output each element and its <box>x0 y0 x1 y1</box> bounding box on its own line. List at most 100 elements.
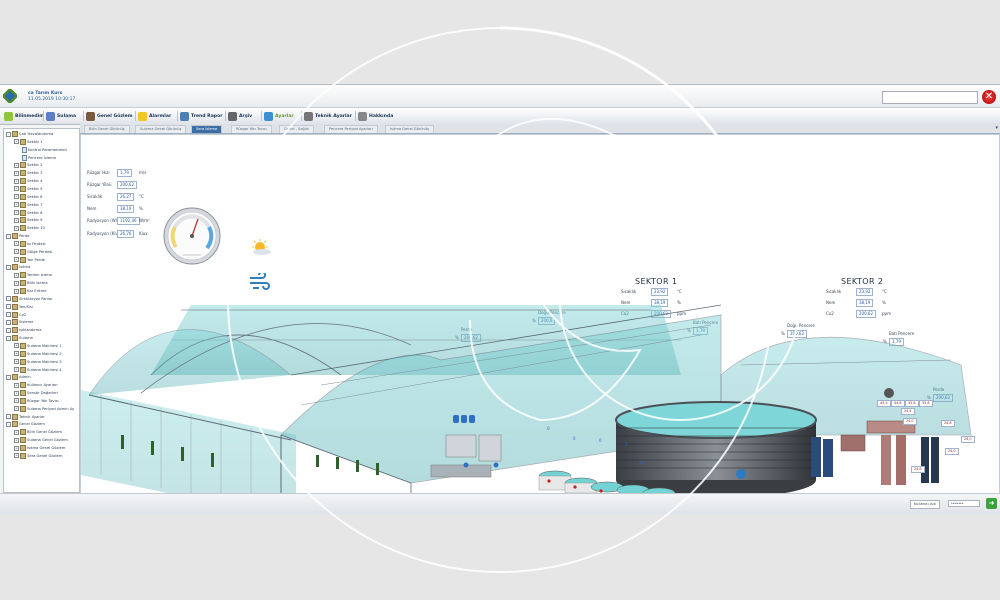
tab-2[interactable]: Sulama Genel Görünüş <box>135 125 187 133</box>
tree-item[interactable]: + Sektör 6 <box>14 193 42 200</box>
expand-toggle-icon[interactable]: + <box>14 202 19 208</box>
tree-item[interactable]: – Çatı Havalandırma <box>6 131 53 137</box>
expand-toggle-icon[interactable]: + <box>14 429 19 435</box>
expand-toggle-icon[interactable]: + <box>14 170 19 176</box>
tab-4[interactable]: Rüzgar Yön Tavısı <box>231 125 272 133</box>
top-search-input[interactable] <box>882 91 978 104</box>
expand-toggle-icon[interactable]: – <box>6 414 11 420</box>
tree-item[interactable]: Pencere İzleme <box>22 154 56 161</box>
tree-item[interactable]: + Sulama Makinesi 3 <box>14 358 62 365</box>
expand-toggle-icon[interactable]: + <box>14 359 19 365</box>
tree-item[interactable]: + Sektör 3 <box>14 170 42 177</box>
expand-toggle-icon[interactable]: + <box>14 272 19 278</box>
expand-toggle-icon[interactable]: – <box>6 264 11 270</box>
tree-item[interactable]: – Sulama <box>6 335 33 342</box>
expand-toggle-icon[interactable]: + <box>14 351 19 357</box>
expand-toggle-icon[interactable]: + <box>14 280 19 286</box>
tree-item[interactable]: – Genel Gözlem <box>6 421 45 428</box>
expand-toggle-icon[interactable]: – <box>6 296 11 302</box>
toolbar-button-7[interactable]: Ayarlar <box>264 110 294 122</box>
tab-6[interactable]: Pencere Periyod Ayarları <box>324 125 378 133</box>
tree-item[interactable]: + Sektör 9 <box>14 217 42 224</box>
tree-item[interactable]: – Sirkülasyon Fanlar <box>6 295 53 302</box>
toolbar-button-8[interactable]: Teknik Ayarlar <box>304 110 352 122</box>
tree-item[interactable]: – Co2 <box>6 311 26 318</box>
expand-toggle-icon[interactable]: + <box>14 241 19 247</box>
tree-item[interactable]: + Sulama Makinesi 4 <box>14 366 62 373</box>
expand-toggle-icon[interactable]: – <box>6 421 11 427</box>
tree-item[interactable]: + Sektör 7 <box>14 201 42 208</box>
tree-item[interactable]: + Sulama Genel Gözlem <box>14 437 68 444</box>
tree-item[interactable]: + Sera Genel Gözlem <box>14 452 62 459</box>
tree-item[interactable]: – Teknik Ayarlar <box>6 413 45 420</box>
toolbar-button-6[interactable]: Arşiv <box>228 110 252 122</box>
toolbar-button-5[interactable]: Trend Rapor <box>180 110 223 122</box>
tree-item[interactable]: + Sektör 8 <box>14 209 42 216</box>
expand-toggle-icon[interactable]: + <box>14 186 19 192</box>
toolbar-button-2[interactable]: Sulama <box>46 110 76 122</box>
expand-toggle-icon[interactable]: + <box>14 453 19 459</box>
tree-item[interactable]: – Isıtma <box>6 264 30 271</box>
tree-item[interactable]: + Kar Eritme <box>14 288 46 294</box>
tree-item[interactable]: + Isıtma Genel Gözlem <box>14 445 65 451</box>
tree-item[interactable]: + Sulama Makinesi 1 <box>14 342 62 349</box>
tree-item[interactable]: + Sektör 5 <box>14 185 42 192</box>
toolbar-button-3[interactable]: Genel Gözlem <box>86 110 133 122</box>
tree-item[interactable]: + Sektör 10 <box>14 225 45 232</box>
toolbar-button-4[interactable]: Alarmlar <box>138 110 171 122</box>
password-field[interactable]: ******* <box>948 500 980 507</box>
expand-toggle-icon[interactable]: + <box>14 217 19 223</box>
expand-toggle-icon[interactable]: + <box>14 210 19 215</box>
tree-item[interactable]: Kontrol Parametreleri <box>22 146 67 153</box>
tree-item[interactable]: + Sulama Makinesi 2 <box>14 350 62 357</box>
tree-item[interactable]: + Sulama Periyod Admin Ay <box>14 405 74 412</box>
tree-item[interactable]: + Kullanıcı Ayarları <box>14 382 58 389</box>
toolbar-button-1[interactable]: Bilinmedim <box>4 110 44 122</box>
expand-toggle-icon[interactable]: – <box>6 327 11 333</box>
tree-item[interactable]: – Işıklandırma <box>6 327 41 334</box>
tree-item[interactable]: + Sensör Değerleri <box>14 390 58 397</box>
expand-toggle-icon[interactable]: + <box>14 343 19 349</box>
toolbar-button-9[interactable]: Hakkında <box>358 110 393 122</box>
expand-toggle-icon[interactable]: + <box>14 225 19 231</box>
expand-toggle-icon[interactable]: + <box>14 288 19 294</box>
expand-toggle-icon[interactable]: + <box>14 194 19 200</box>
tab-3[interactable]: Sera İzleme <box>191 125 223 133</box>
expand-toggle-icon[interactable]: + <box>14 249 19 255</box>
tree-item[interactable]: – Yen/Sisi <box>6 303 33 310</box>
expand-toggle-icon[interactable]: + <box>14 437 19 443</box>
expand-toggle-icon[interactable]: + <box>14 406 19 412</box>
tree-item[interactable]: + Sektör 1 <box>14 138 42 145</box>
tree-item[interactable]: + Gölge Perdesi <box>14 248 52 255</box>
tree-item[interactable]: + Bitki Isıtma <box>14 280 48 287</box>
expand-toggle-icon[interactable]: – <box>6 335 11 341</box>
expand-toggle-icon[interactable]: + <box>14 382 19 388</box>
tab-1[interactable]: Bilin Genel Görünüş <box>84 125 130 133</box>
expand-toggle-icon[interactable]: + <box>14 445 19 451</box>
expand-toggle-icon[interactable]: + <box>14 367 19 372</box>
expand-toggle-icon[interactable]: + <box>14 257 19 263</box>
expand-toggle-icon[interactable]: + <box>14 162 19 168</box>
tree-item[interactable]: + Bilin Genel Gözlem <box>14 429 62 436</box>
expand-toggle-icon[interactable]: + <box>14 139 19 145</box>
expand-toggle-icon[interactable]: – <box>6 374 11 380</box>
expand-toggle-icon[interactable]: + <box>14 390 19 396</box>
close-button[interactable]: ✕ <box>982 90 996 104</box>
tree-item[interactable]: – Sisleme <box>6 319 33 326</box>
tree-item[interactable]: + Isı Perdesi <box>14 240 46 247</box>
tree-item[interactable]: – Perde <box>6 233 29 240</box>
tab-dropdown-icon[interactable]: ▾ <box>995 125 998 131</box>
expand-toggle-icon[interactable]: – <box>6 312 11 318</box>
logout-button[interactable]: ➜ <box>986 498 997 509</box>
expand-toggle-icon[interactable]: – <box>6 233 11 239</box>
tree-item[interactable]: + Sektör 2 <box>14 162 42 169</box>
tree-item[interactable]: – Admin <box>6 374 31 381</box>
tree-item[interactable]: + Yan Perde <box>14 256 45 263</box>
tree-item[interactable]: + Rüzgar Yön Tavısı <box>14 397 59 404</box>
expand-toggle-icon[interactable]: – <box>6 319 11 325</box>
tab-7[interactable]: Isıtma Genel Görünüş <box>385 125 434 133</box>
tree-item[interactable]: + Sektör 4 <box>14 178 42 185</box>
tree-item[interactable]: + Yerden Isıtma <box>14 272 52 279</box>
tab-5[interactable]: Genel - Sağlık <box>279 125 314 133</box>
expand-toggle-icon[interactable]: + <box>14 178 19 184</box>
